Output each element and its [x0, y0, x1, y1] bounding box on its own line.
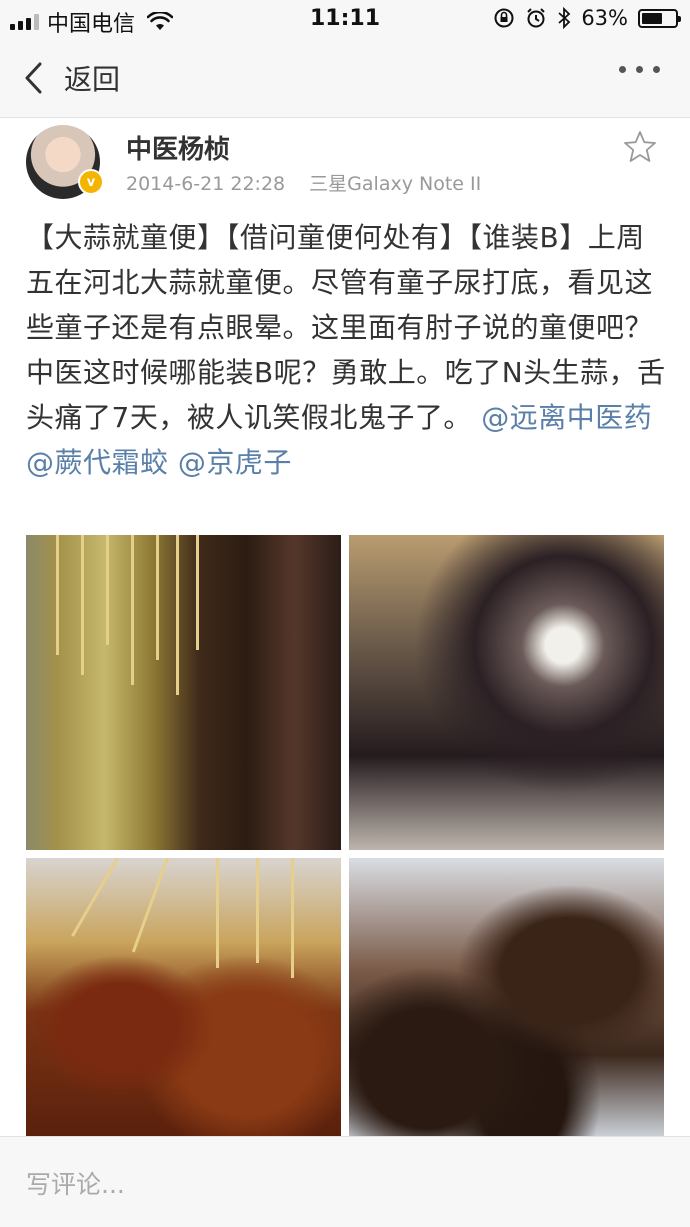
- post-meta: 2014-6-21 22:28 三星Galaxy Note II: [126, 169, 481, 196]
- mention-link[interactable]: @京虎子: [178, 446, 292, 479]
- status-right: 63%: [493, 6, 681, 30]
- comment-input[interactable]: 写评论...: [26, 1165, 125, 1201]
- back-button[interactable]: 返回: [22, 58, 120, 98]
- author-name[interactable]: 中医杨桢: [126, 129, 230, 166]
- post-image-1[interactable]: [26, 535, 341, 850]
- back-label: 返回: [64, 63, 121, 96]
- star-icon[interactable]: [622, 129, 658, 165]
- verified-badge-icon: v: [78, 169, 104, 195]
- post-body: 【大蒜就童便】【借问童便何处有】【谁装B】上周五在河北大蒜就童便。尽管有童子尿打…: [26, 215, 666, 485]
- battery-level: [642, 12, 663, 24]
- chevron-left-icon: [25, 62, 42, 94]
- post-device: 三星Galaxy Note II: [309, 173, 482, 195]
- battery-percent: 63%: [581, 6, 628, 30]
- mention-link[interactable]: @蕨代霜蛟: [26, 446, 169, 479]
- post-image-2[interactable]: [349, 535, 664, 850]
- mention-link[interactable]: @远离中医药: [481, 401, 652, 434]
- alarm-icon: [527, 8, 546, 28]
- orientation-lock-icon: [494, 8, 514, 28]
- post-image-3[interactable]: [26, 858, 341, 1139]
- comment-bar: 写评论...: [0, 1136, 690, 1227]
- battery-icon: [638, 8, 681, 28]
- post-image-4[interactable]: [349, 858, 664, 1139]
- status-bar: 中国电信 11:11 63%: [0, 0, 690, 40]
- more-icon[interactable]: [619, 66, 660, 73]
- post-date: 2014-6-21 22:28: [126, 173, 286, 195]
- nav-bar: 返回: [0, 40, 690, 118]
- image-grid: [26, 535, 664, 1139]
- bluetooth-icon: [558, 7, 571, 29]
